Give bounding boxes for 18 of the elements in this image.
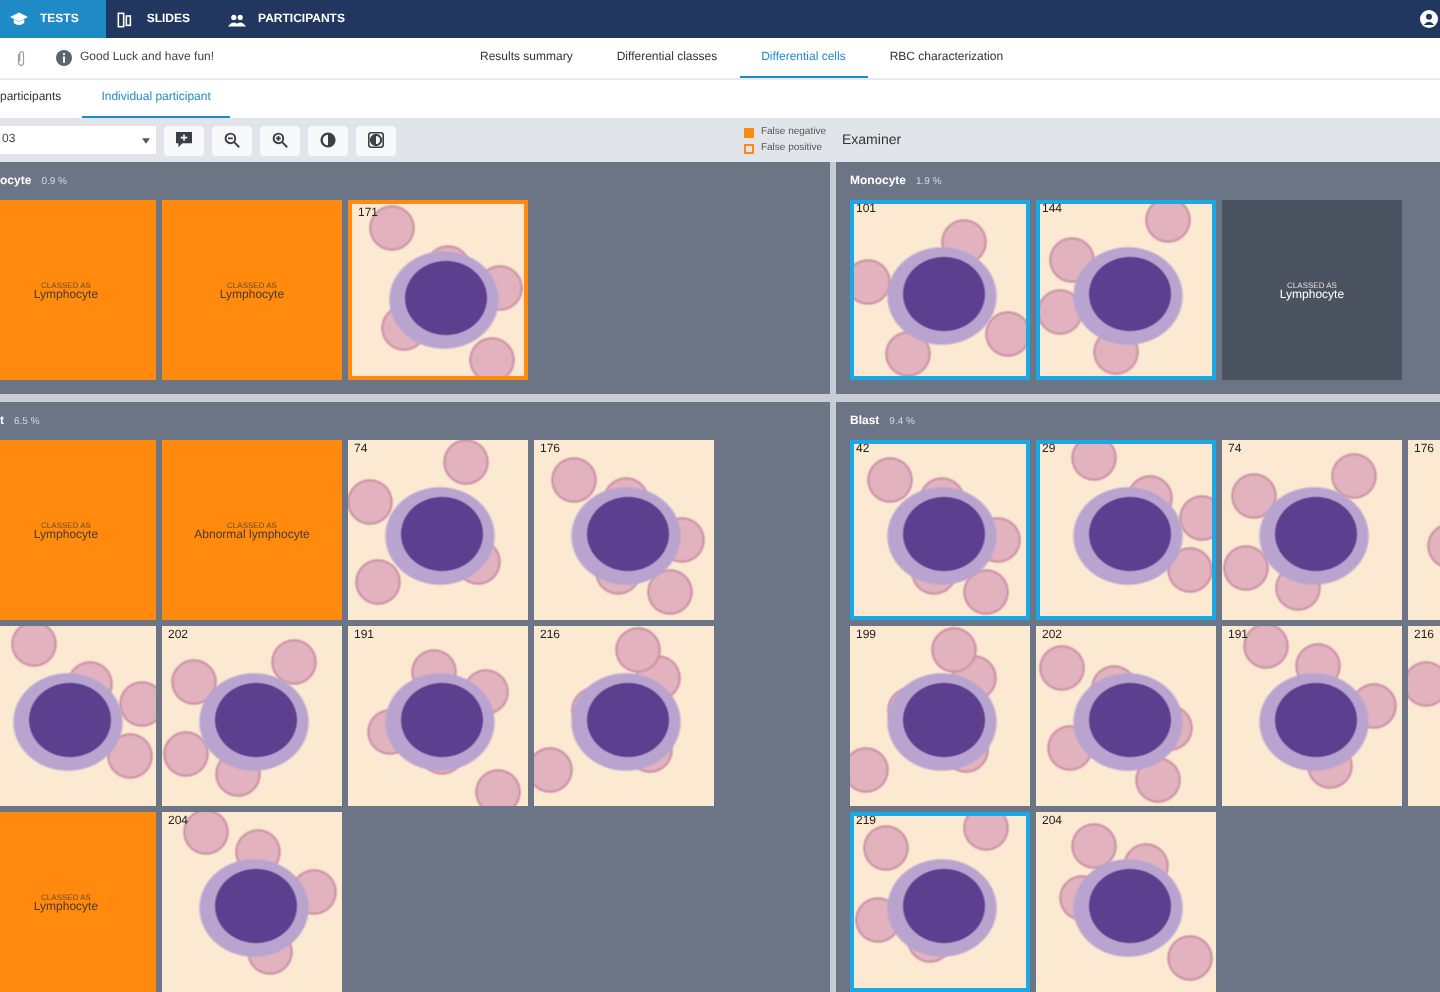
graduation-cap-icon	[10, 11, 28, 27]
contrast-button[interactable]	[308, 125, 348, 155]
caret-icon	[142, 137, 150, 143]
micrograph-photo[interactable]	[0, 626, 156, 806]
zoom-in-icon	[272, 132, 288, 148]
info-icon	[56, 50, 72, 66]
contrast-icon	[320, 132, 336, 148]
user-account-icon[interactable]	[1420, 10, 1438, 28]
comment-button[interactable]	[164, 125, 204, 155]
comment-icon	[176, 132, 192, 148]
paperclip-icon[interactable]	[16, 49, 26, 67]
reset-view-button[interactable]	[356, 125, 396, 155]
zoom-in-button[interactable]	[260, 125, 300, 155]
zoom-out-icon	[224, 132, 240, 148]
slides-icon	[116, 11, 135, 27]
zoom-out-button[interactable]	[212, 125, 252, 155]
circle-frame-icon	[368, 132, 384, 148]
people-icon	[228, 11, 247, 27]
